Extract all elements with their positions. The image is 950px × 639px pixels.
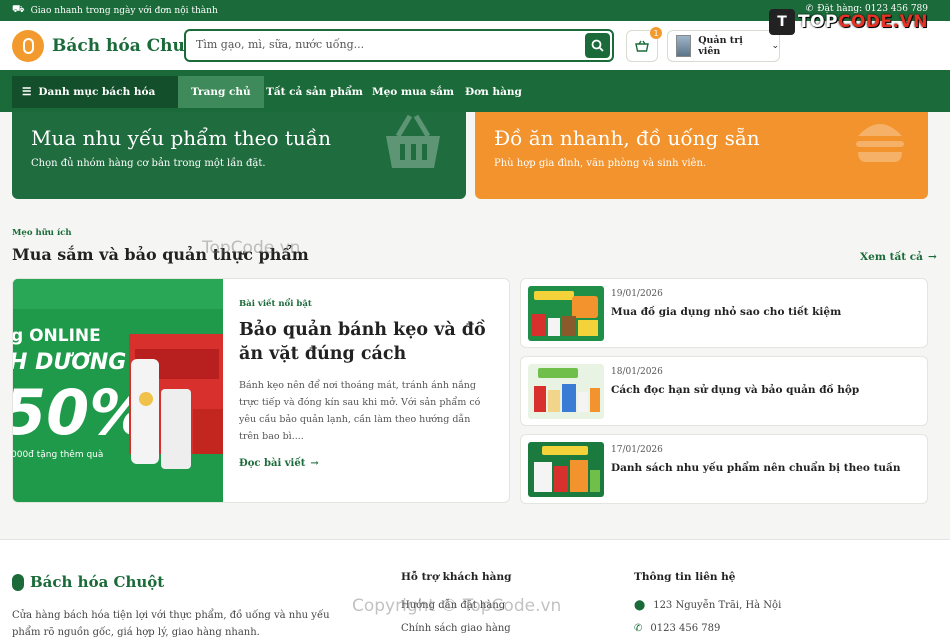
phone-icon: ✆ [634, 623, 643, 634]
footer-link-shipping-policy[interactable]: Chính sách giao hàng [401, 623, 511, 634]
truck-icon: ⛟ [12, 4, 25, 15]
footer-brand-name: Bách hóa Chuột [30, 573, 165, 591]
read-article-label: Đọc bài viết [239, 458, 306, 469]
promo-subtitle: Phù hợp gia đình, văn phòng và sinh viên… [494, 158, 707, 169]
account-label: Quản trị viên [698, 35, 743, 57]
mouse-icon [12, 30, 44, 62]
category-menu-button[interactable]: ☰ Danh mục bách hóa [12, 76, 178, 108]
cart-button[interactable]: 1 [626, 27, 662, 62]
article-date: 19/01/2026 [611, 289, 663, 299]
chevron-down-icon: ⌄ [771, 41, 779, 51]
article-title[interactable]: Mua đồ gia dụng nhỏ sao cho tiết kiệm [611, 306, 841, 318]
article-thumbnail[interactable] [528, 286, 604, 341]
nav-item-orders[interactable]: Đơn hàng [452, 76, 535, 108]
section-kicker: Mẹo hữu ích [12, 228, 72, 238]
featured-excerpt: Bánh kẹo nên để nơi thoáng mát, tránh án… [239, 380, 481, 442]
nav-item-shopping-tips[interactable]: Mẹo mua sắm [359, 76, 467, 108]
topcode-watermark-logo: T TOPCODE.VN [768, 7, 928, 37]
read-article-link[interactable]: Đọc bài viết → [239, 458, 489, 469]
basket-icon [635, 40, 649, 52]
image-text-line4: 000đ tặng thêm quà [13, 449, 103, 460]
featured-article-body: Bài viết nổi bật Bảo quản bánh kẹo và đồ… [239, 299, 489, 469]
footer-support-title: Hỗ trợ khách hàng [401, 571, 512, 583]
article-date: 17/01/2026 [611, 445, 663, 455]
main-navigation: ☰ Danh mục bách hóa Trang chủ Tất cả sản… [0, 70, 950, 112]
shipping-text: Giao nhanh trong ngày với đơn nội thành [30, 5, 218, 16]
image-text-online: g ONLINE [13, 326, 101, 346]
account-menu[interactable]: Quản trị viên ⌄ [667, 30, 780, 62]
footer-phone-text: 0123 456 789 [650, 623, 721, 634]
search-input[interactable] [196, 38, 576, 51]
brand-name: Bách hóa Chuột [52, 36, 205, 56]
avatar [676, 35, 692, 57]
see-all-label: Xem tất cả [860, 251, 923, 263]
arrow-right-icon: → [310, 458, 319, 469]
watermark-part1: TOP [797, 12, 838, 32]
article-card[interactable]: 17/01/2026 Danh sách nhu yếu phẩm nên ch… [520, 434, 928, 504]
footer-description: Cửa hàng bách hóa tiện lợi với thực phẩm… [12, 610, 330, 638]
promo-banner-weekly[interactable]: Mua nhu yếu phẩm theo tuần Chọn đủ nhóm … [12, 112, 466, 199]
article-title[interactable]: Danh sách nhu yếu phẩm nên chuẩn bị theo… [611, 462, 901, 474]
topcode-logo-icon: T [768, 9, 795, 35]
search-button[interactable] [585, 33, 610, 58]
location-pin-icon: ⬤ [634, 600, 646, 611]
hamburger-icon: ☰ [22, 86, 32, 98]
article-date: 18/01/2026 [611, 367, 663, 377]
burger-icon [856, 124, 904, 162]
footer-link-order-guide[interactable]: Hướng dẫn đặt hàng [401, 600, 505, 611]
footer-contact-title: Thông tin liên hệ [634, 571, 736, 583]
footer-phone[interactable]: ✆ 0123 456 789 [634, 623, 720, 634]
arrow-right-icon: → [927, 251, 937, 263]
site-footer: Bách hóa Chuột Cửa hàng bách hóa tiện lợ… [0, 539, 950, 639]
article-title[interactable]: Cách đọc hạn sử dụng và bảo quản đồ hộp [611, 384, 859, 396]
category-label: Danh mục bách hóa [38, 86, 156, 98]
mouse-icon [12, 573, 24, 591]
promo-title: Đồ ăn nhanh, đồ uống sẵn [494, 126, 760, 150]
promo-banner-fastfood[interactable]: Đồ ăn nhanh, đồ uống sẵn Phù hợp gia đìn… [475, 112, 928, 199]
brand-logo[interactable]: Bách hóa Chuột [12, 30, 204, 62]
nav-item-home[interactable]: Trang chủ [178, 76, 264, 108]
nav-item-all-products[interactable]: Tất cả sản phẩm [253, 76, 376, 108]
featured-kicker: Bài viết nổi bật [239, 299, 312, 309]
image-text-line2: H DƯƠNG [13, 350, 126, 375]
promo-title: Mua nhu yếu phẩm theo tuần [31, 126, 331, 150]
search-bar [184, 29, 614, 62]
promo-subtitle: Chọn đủ nhóm hàng cơ bản trong một lần đ… [31, 158, 266, 169]
footer-address: ⬤ 123 Nguyễn Trãi, Hà Nội [634, 600, 781, 611]
featured-article-image[interactable]: g ONLINE H DƯƠNG 50% 000đ tặng thêm quà [13, 279, 223, 502]
cart-count-badge: 1 [650, 27, 662, 39]
featured-title[interactable]: Bảo quản bánh kẹo và đồ ăn vặt đúng cách [239, 318, 489, 366]
see-all-link[interactable]: Xem tất cả → [860, 251, 937, 263]
section-title: Mua sắm và bảo quản thực phẩm [12, 245, 309, 264]
featured-article-card[interactable]: g ONLINE H DƯƠNG 50% 000đ tặng thêm quà … [12, 278, 510, 503]
basket-icon [386, 114, 440, 168]
article-card[interactable]: 18/01/2026 Cách đọc hạn sử dụng và bảo q… [520, 356, 928, 426]
watermark-part2: CODE.VN [838, 12, 928, 32]
article-thumbnail[interactable] [528, 364, 604, 419]
footer-brand[interactable]: Bách hóa Chuột [12, 573, 164, 591]
search-icon [591, 39, 604, 52]
article-thumbnail[interactable] [528, 442, 604, 497]
article-card[interactable]: 19/01/2026 Mua đồ gia dụng nhỏ sao cho t… [520, 278, 928, 348]
footer-address-text: 123 Nguyễn Trãi, Hà Nội [653, 600, 782, 611]
